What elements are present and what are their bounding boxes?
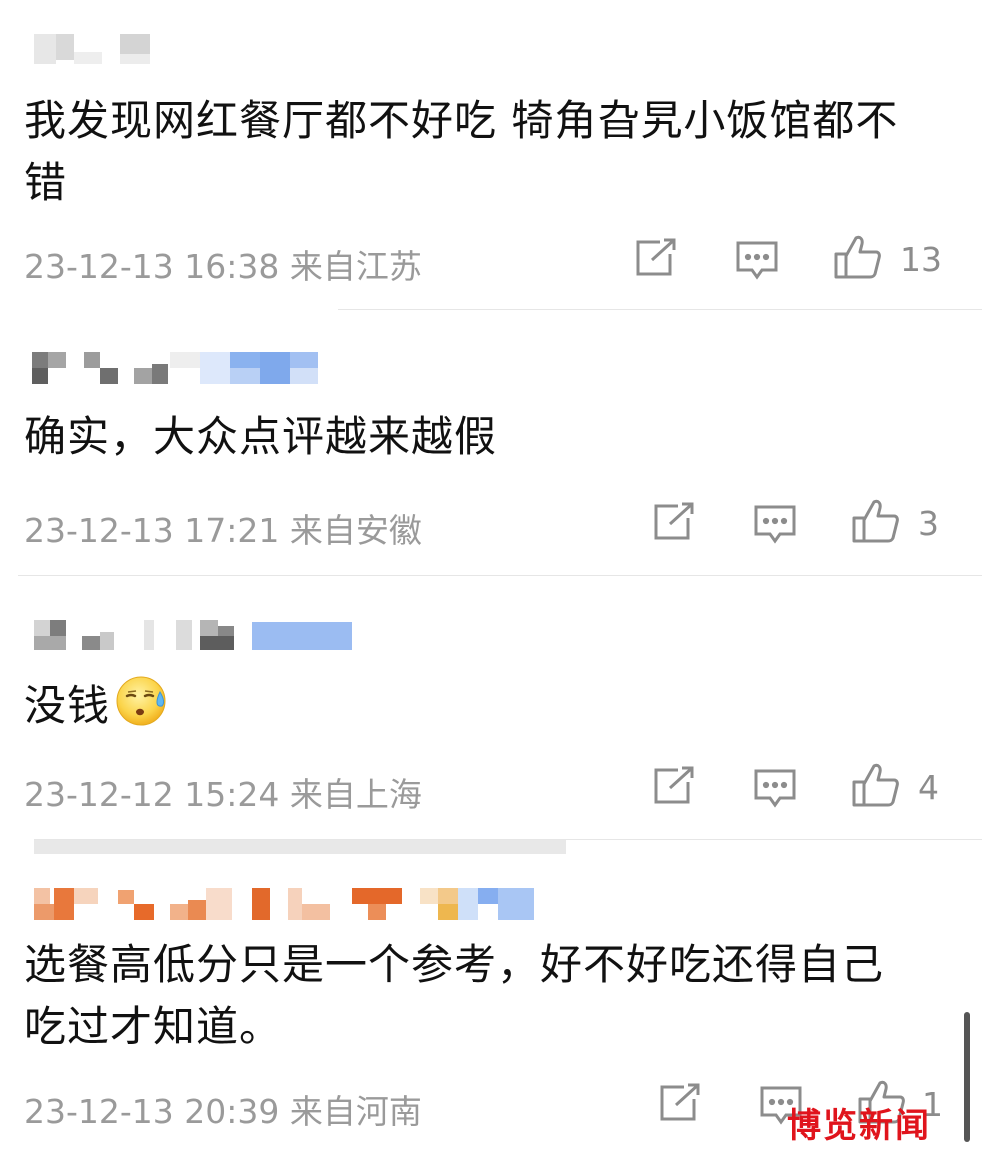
comment-text: 选餐高低分只是一个参考，好不好吃还得自己吃过才知道。 [24, 940, 885, 1051]
watermark-text: 博览新闻 [787, 1106, 931, 1146]
comment-meta: 23-12-13 20:39 来自河南 [24, 1092, 422, 1131]
share-icon[interactable] [658, 1083, 702, 1123]
scrollbar[interactable] [964, 1012, 970, 1142]
comment-item[interactable]: 选餐高低分只是一个参考，好不好吃还得自己吃过才知道。 23-12-13 20:3… [0, 0, 982, 1153]
username-blurred[interactable] [26, 888, 546, 922]
